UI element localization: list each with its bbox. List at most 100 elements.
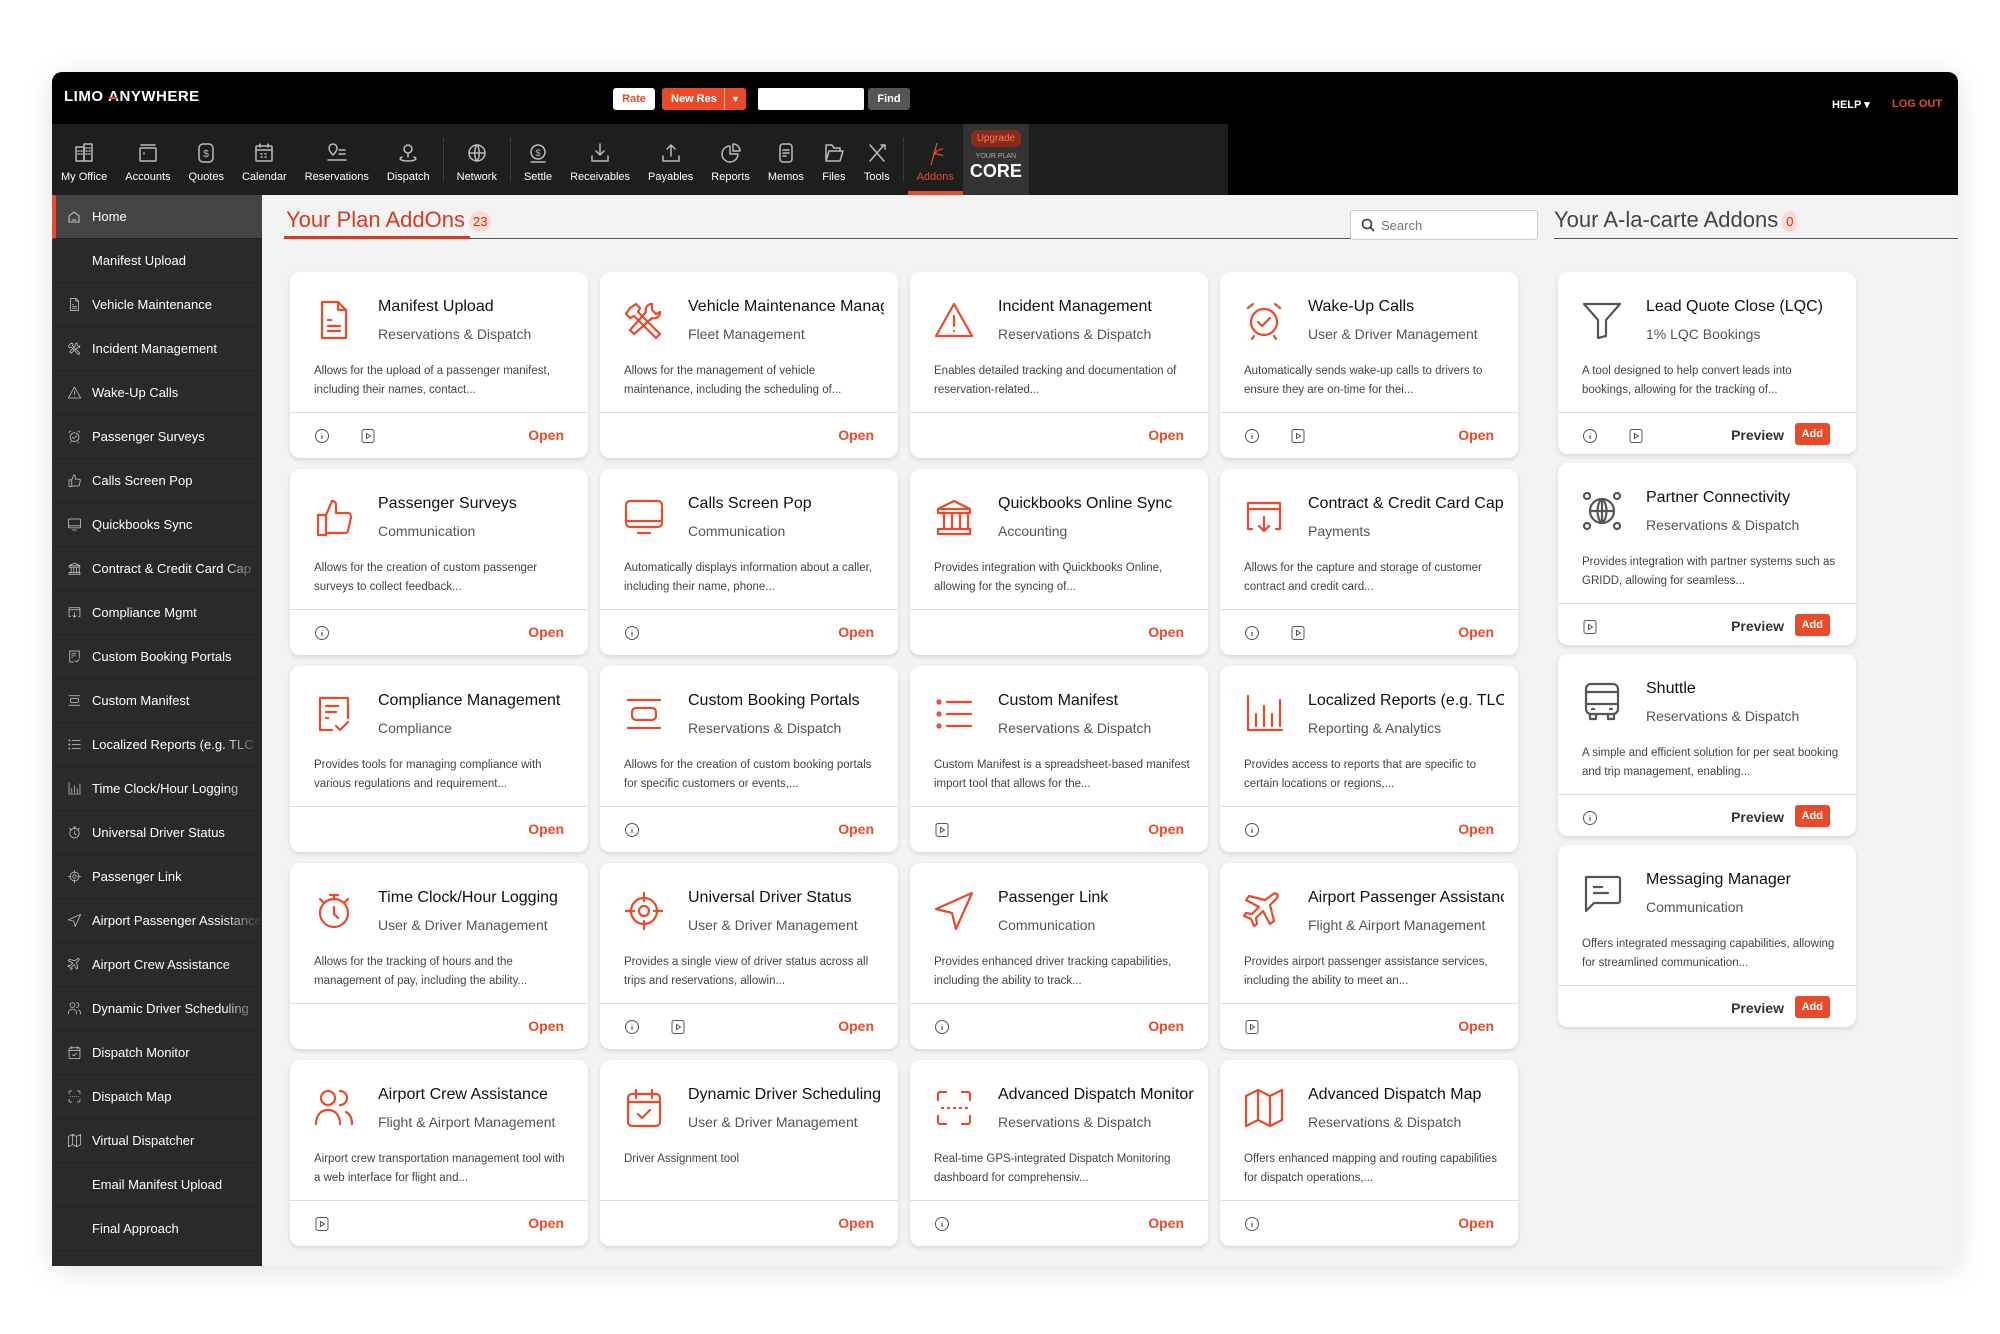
open-button[interactable]: Open bbox=[838, 1215, 874, 1231]
nav-tools[interactable]: Tools bbox=[855, 124, 899, 195]
ala-carte-title[interactable]: Your A-la-carte Addons 0 bbox=[1554, 207, 1798, 233]
nav-network[interactable]: Network bbox=[448, 124, 506, 195]
open-button[interactable]: Open bbox=[838, 1018, 874, 1034]
nav-my-office[interactable]: My Office bbox=[52, 124, 116, 195]
preview-button[interactable]: Preview bbox=[1731, 809, 1784, 825]
sidebar-item-contract-credit-card-cap[interactable]: Contract & Credit Card Cap bbox=[52, 547, 262, 591]
open-button[interactable]: Open bbox=[528, 1215, 564, 1231]
video-icon[interactable] bbox=[934, 822, 950, 838]
open-button[interactable]: Open bbox=[1458, 427, 1494, 443]
open-button[interactable]: Open bbox=[1148, 1215, 1184, 1231]
nav-receivables[interactable]: Receivables bbox=[561, 124, 639, 195]
info-icon[interactable] bbox=[934, 1216, 950, 1232]
nav-accounts[interactable]: Accounts bbox=[116, 124, 179, 195]
sidebar-item-quickbooks-sync[interactable]: Quickbooks Sync bbox=[52, 503, 262, 547]
sidebar-item-calls-screen-pop[interactable]: Calls Screen Pop bbox=[52, 459, 262, 503]
nav-settle[interactable]: $ Settle bbox=[515, 124, 561, 195]
video-icon[interactable] bbox=[1290, 625, 1306, 641]
info-icon[interactable] bbox=[314, 428, 330, 444]
video-icon[interactable] bbox=[360, 428, 376, 444]
open-button[interactable]: Open bbox=[528, 624, 564, 640]
sidebar-item-virtual-dispatcher[interactable]: Virtual Dispatcher bbox=[52, 1119, 262, 1163]
info-icon[interactable] bbox=[314, 625, 330, 641]
info-icon[interactable] bbox=[1244, 428, 1260, 444]
open-button[interactable]: Open bbox=[838, 821, 874, 837]
open-button[interactable]: Open bbox=[528, 1018, 564, 1034]
nav-files[interactable]: Files bbox=[813, 124, 855, 195]
info-icon[interactable] bbox=[1244, 1216, 1260, 1232]
video-icon[interactable] bbox=[1628, 428, 1644, 444]
sidebar-item-localized-reports-e-g-tlc[interactable]: Localized Reports (e.g. TLC bbox=[52, 723, 262, 767]
video-icon[interactable] bbox=[1290, 428, 1306, 444]
sidebar-item-manifest-upload[interactable]: Manifest Upload bbox=[52, 239, 262, 283]
find-button[interactable]: Find bbox=[868, 88, 910, 110]
sidebar-item-vehicle-maintenance[interactable]: Vehicle Maintenance bbox=[52, 283, 262, 327]
sidebar-item-home[interactable]: Home bbox=[52, 195, 262, 239]
video-icon[interactable] bbox=[1582, 619, 1598, 635]
info-icon[interactable] bbox=[1582, 428, 1598, 444]
sidebar-item-airport-passenger-assistance[interactable]: Airport Passenger Assistance bbox=[52, 899, 262, 943]
info-icon[interactable] bbox=[934, 1019, 950, 1035]
sidebar-item-passenger-link[interactable]: Passenger Link bbox=[52, 855, 262, 899]
preview-button[interactable]: Preview bbox=[1731, 618, 1784, 634]
nav-reports[interactable]: Reports bbox=[702, 124, 759, 195]
help-menu[interactable]: HELP ▾ bbox=[1832, 98, 1870, 111]
rate-button[interactable]: Rate bbox=[613, 88, 655, 110]
info-icon[interactable] bbox=[624, 625, 640, 641]
preview-button[interactable]: Preview bbox=[1731, 1000, 1784, 1016]
sidebar-item-compliance-mgmt[interactable]: Compliance Mgmt bbox=[52, 591, 262, 635]
add-button[interactable]: Add bbox=[1794, 996, 1830, 1018]
open-button[interactable]: Open bbox=[1148, 821, 1184, 837]
sidebar-item-airport-crew-assistance[interactable]: Airport Crew Assistance bbox=[52, 943, 262, 987]
add-button[interactable]: Add bbox=[1794, 805, 1830, 827]
find-input[interactable] bbox=[758, 88, 864, 110]
nav-memos[interactable]: Memos bbox=[759, 124, 813, 195]
open-button[interactable]: Open bbox=[528, 427, 564, 443]
search-box[interactable] bbox=[1350, 210, 1538, 240]
upgrade-button[interactable]: Upgrade bbox=[970, 130, 1022, 147]
sidebar-item-dispatch-map[interactable]: Dispatch Map bbox=[52, 1075, 262, 1119]
open-button[interactable]: Open bbox=[1148, 427, 1184, 443]
add-button[interactable]: Add bbox=[1794, 614, 1830, 636]
open-button[interactable]: Open bbox=[1458, 1018, 1494, 1034]
open-button[interactable]: Open bbox=[1458, 821, 1494, 837]
open-button[interactable]: Open bbox=[1458, 1215, 1494, 1231]
plan-addons-title[interactable]: Your Plan AddOns 23 bbox=[286, 207, 492, 233]
logout-link[interactable]: LOG OUT bbox=[1892, 98, 1942, 110]
sidebar-item-dynamic-driver-scheduling[interactable]: Dynamic Driver Scheduling bbox=[52, 987, 262, 1031]
sidebar-item-custom-booking-portals[interactable]: Custom Booking Portals bbox=[52, 635, 262, 679]
preview-button[interactable]: Preview bbox=[1731, 427, 1784, 443]
open-button[interactable]: Open bbox=[1148, 624, 1184, 640]
nav-dispatch[interactable]: Dispatch bbox=[378, 124, 439, 195]
nav-payables[interactable]: Payables bbox=[639, 124, 702, 195]
sidebar-item-universal-driver-status[interactable]: Universal Driver Status bbox=[52, 811, 262, 855]
sidebar-item-dispatch-monitor[interactable]: Dispatch Monitor bbox=[52, 1031, 262, 1075]
info-icon[interactable] bbox=[1244, 625, 1260, 641]
open-button[interactable]: Open bbox=[838, 427, 874, 443]
open-button[interactable]: Open bbox=[1148, 1018, 1184, 1034]
nav-reservations[interactable]: Reservations bbox=[296, 124, 378, 195]
open-button[interactable]: Open bbox=[838, 624, 874, 640]
nav-addons[interactable]: Addons bbox=[907, 124, 964, 195]
sidebar-item-final-approach[interactable]: Final Approach bbox=[52, 1207, 262, 1251]
nav-quotes[interactable]: $ Quotes bbox=[180, 124, 233, 195]
video-icon[interactable] bbox=[670, 1019, 686, 1035]
add-button[interactable]: Add bbox=[1794, 423, 1830, 445]
info-icon[interactable] bbox=[1244, 822, 1260, 838]
open-button[interactable]: Open bbox=[528, 821, 564, 837]
sidebar-item-wake-up-calls[interactable]: Wake-Up Calls bbox=[52, 371, 262, 415]
sidebar-item-custom-manifest[interactable]: Custom Manifest bbox=[52, 679, 262, 723]
sidebar-item-time-clock-hour-logging[interactable]: Time Clock/Hour Logging bbox=[52, 767, 262, 811]
search-input[interactable] bbox=[1381, 217, 1521, 233]
sidebar-item-incident-management[interactable]: Incident Management bbox=[52, 327, 262, 371]
info-icon[interactable] bbox=[1582, 810, 1598, 826]
video-icon[interactable] bbox=[1244, 1019, 1260, 1035]
new-res-dropdown-icon[interactable]: ▼ bbox=[724, 88, 746, 110]
nav-calendar[interactable]: Calendar bbox=[233, 124, 296, 195]
info-icon[interactable] bbox=[624, 1019, 640, 1035]
video-icon[interactable] bbox=[314, 1216, 330, 1232]
info-icon[interactable] bbox=[624, 822, 640, 838]
sidebar-item-email-manifest-upload[interactable]: Email Manifest Upload bbox=[52, 1163, 262, 1207]
sidebar-item-passenger-surveys[interactable]: Passenger Surveys bbox=[52, 415, 262, 459]
new-res-button[interactable]: New Res ▼ bbox=[662, 88, 746, 110]
